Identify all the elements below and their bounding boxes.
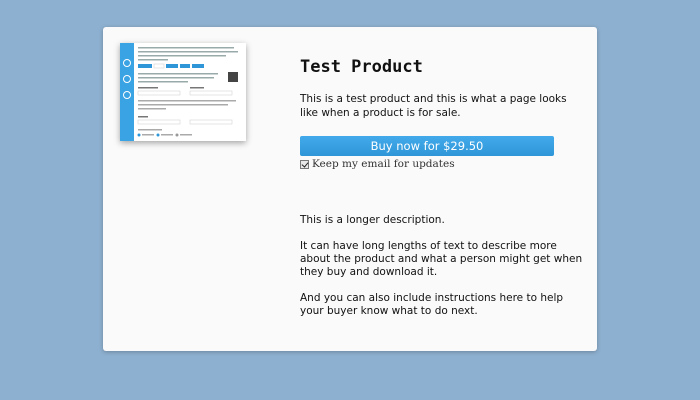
product-thumbnail[interactable]	[120, 43, 246, 141]
buy-button[interactable]: Buy now for $29.50	[300, 136, 554, 156]
email-updates-label: Keep my email for updates	[312, 158, 455, 170]
description-paragraph: This is a longer description.	[300, 214, 445, 226]
description-paragraph: It can have long lengths of text to desc…	[300, 240, 583, 278]
product-long-description: This is a longer description. It can hav…	[300, 214, 585, 331]
checkmark-icon[interactable]	[300, 159, 309, 169]
product-short-description: This is a test product and this is what …	[300, 93, 567, 119]
product-title: Test Product	[300, 57, 423, 77]
description-paragraph: And you can also include instructions he…	[300, 292, 564, 317]
product-card: Test Product This is a test product and …	[103, 27, 597, 351]
product-screenshot-image	[120, 43, 246, 141]
email-updates-option[interactable]: Keep my email for updates	[300, 158, 455, 170]
